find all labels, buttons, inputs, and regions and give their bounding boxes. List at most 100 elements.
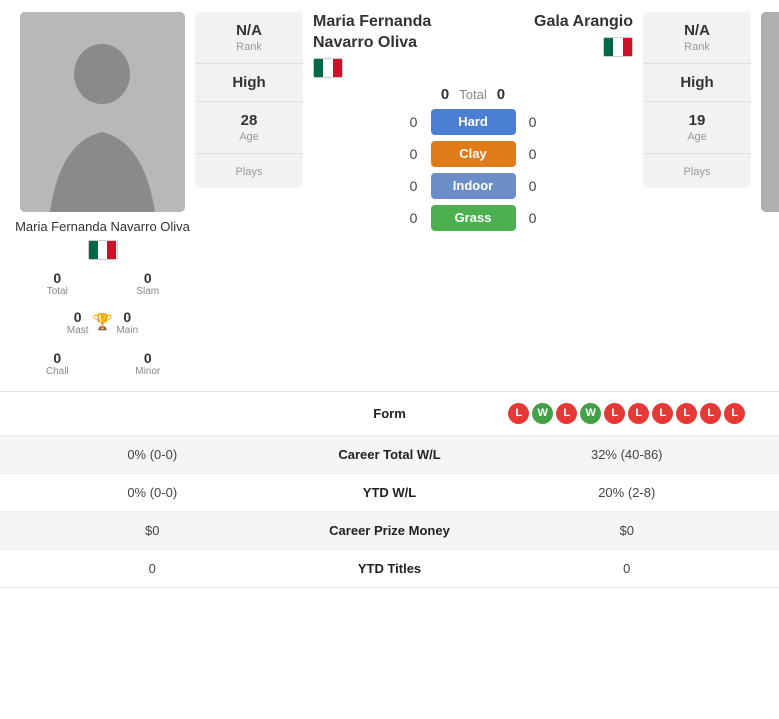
- right-age-label: Age: [651, 131, 743, 143]
- left-minor-stat: 0 Minor: [111, 346, 186, 381]
- center-names: Maria Fernanda Navarro Oliva Gala Arangi…: [309, 12, 637, 78]
- clay-right-score: 0: [524, 146, 542, 162]
- left-lower-stats: 0 Chall 0 Minor: [10, 346, 195, 381]
- crw: [613, 38, 622, 56]
- career-wl-row: 0% (0-0) Career Total W/L 32% (40-86): [0, 436, 779, 474]
- surface-row-hard: 0 Hard 0: [309, 109, 637, 135]
- center-right-name: Gala Arangio: [473, 12, 633, 57]
- form-label: Form: [285, 406, 495, 421]
- prize-label: Career Prize Money: [285, 523, 495, 538]
- center-right-mx-flag: [603, 37, 633, 57]
- right-player-area: Gala Arangio 0 Total 0 Slam: [751, 12, 779, 381]
- left-slam-stat: 0 Slam: [111, 266, 186, 301]
- form-pill-3: L: [556, 403, 577, 424]
- right-age-value: 19: [651, 112, 743, 129]
- surface-row-grass: 0 Grass 0: [309, 205, 637, 231]
- left-mid-inner: N/A Rank High 28 Age Plays: [195, 12, 303, 188]
- left-trophy-icon: 🏆: [93, 312, 113, 332]
- form-pill-9: L: [700, 403, 721, 424]
- left-player-photo: [20, 12, 185, 212]
- right-total-value: 0: [761, 270, 779, 286]
- left-main-value: 0: [116, 309, 138, 325]
- center-right-flag: [473, 37, 633, 57]
- titles-right: 0: [495, 561, 760, 576]
- left-total-label: Total: [20, 286, 95, 297]
- left-chall-value: 0: [20, 350, 95, 366]
- clay-badge: Clay: [431, 141, 516, 167]
- form-pill-6: L: [628, 403, 649, 424]
- right-high-value: High: [651, 74, 743, 91]
- main-container: Maria Fernanda Navarro Oliva 0 Total 0 S…: [0, 0, 779, 588]
- ytd-wl-row: 0% (0-0) YTD W/L 20% (2-8): [0, 474, 779, 512]
- right-chall-stat: 0 Chall: [761, 346, 779, 381]
- left-high-item: High: [195, 64, 303, 102]
- titles-label: YTD Titles: [285, 561, 495, 576]
- form-pill-8: L: [676, 403, 697, 424]
- center-left-name: Maria Fernanda Navarro Oliva: [313, 12, 473, 78]
- right-plays-item: Plays: [643, 154, 751, 188]
- left-mast-label: Mast: [67, 325, 89, 336]
- clr: [333, 59, 342, 77]
- left-plays-label: Plays: [203, 166, 295, 178]
- surface-table: 0 Hard 0 0 Clay 0 0 Indoor: [309, 109, 637, 237]
- indoor-label: Indoor: [453, 178, 493, 193]
- ytd-wl-left: 0% (0-0): [20, 485, 285, 500]
- left-minor-label: Minor: [111, 366, 186, 377]
- grass-left-score: 0: [405, 210, 423, 226]
- hard-left-score: 0: [405, 114, 423, 130]
- left-total-stat: 0 Total: [20, 266, 95, 301]
- left-rank-item: N/A Rank: [195, 12, 303, 64]
- right-total-label: Total: [761, 286, 779, 297]
- left-player-area: Maria Fernanda Navarro Oliva 0 Total 0 S…: [10, 12, 195, 381]
- form-pill-5: L: [604, 403, 625, 424]
- surface-row-clay: 0 Clay 0: [309, 141, 637, 167]
- total-line: 0 Total 0: [441, 86, 505, 103]
- hard-right-score: 0: [524, 114, 542, 130]
- left-rank-label: Rank: [203, 41, 295, 53]
- left-player-name: Maria Fernanda Navarro Oliva: [15, 218, 190, 236]
- form-right: L W L W L L L L L L: [495, 403, 760, 424]
- center-left-name-line1: Maria Fernanda: [313, 13, 431, 30]
- flag-red: [107, 241, 116, 259]
- right-player-photo: [761, 12, 779, 212]
- titles-left: 0: [20, 561, 285, 576]
- right-stats-grid: 0 Total 0 Slam: [751, 266, 779, 301]
- crg: [604, 38, 613, 56]
- left-age-label: Age: [203, 131, 295, 143]
- left-mid-card: N/A Rank High 28 Age Plays: [195, 12, 303, 188]
- flag-green: [89, 241, 98, 259]
- right-age-item: 19 Age: [643, 102, 751, 154]
- right-mid-card: N/A Rank High 19 Age Plays: [643, 12, 751, 188]
- left-main-label: Main: [116, 325, 138, 336]
- total-label: Total: [459, 87, 486, 102]
- grass-badge: Grass: [431, 205, 516, 231]
- right-rank-label: Rank: [651, 41, 743, 53]
- left-stats-grid: 0 Total 0 Slam: [10, 266, 195, 301]
- prize-row: $0 Career Prize Money $0: [0, 512, 779, 550]
- total-left-score: 0: [441, 86, 449, 103]
- ytd-wl-label: YTD W/L: [285, 485, 495, 500]
- clw: [323, 59, 332, 77]
- form-pill-4: W: [580, 403, 601, 424]
- left-flag-mx: [88, 240, 118, 260]
- grass-label: Grass: [455, 210, 492, 225]
- career-wl-right: 32% (40-86): [495, 447, 760, 462]
- right-lower-stats: 0 Chall 0 Minor: [751, 346, 779, 381]
- right-plays-label: Plays: [651, 166, 743, 178]
- left-total-value: 0: [20, 270, 95, 286]
- flag-white: [98, 241, 107, 259]
- total-right-score: 0: [497, 86, 505, 103]
- prize-left: $0: [20, 523, 285, 538]
- left-silhouette-svg: [20, 12, 185, 212]
- left-age-value: 28: [203, 112, 295, 129]
- form-pill-10: L: [724, 403, 745, 424]
- form-row: Form L W L W L L L L L L: [0, 392, 779, 436]
- hard-badge: Hard: [431, 109, 516, 135]
- career-wl-label: Career Total W/L: [285, 447, 495, 462]
- crr: [623, 38, 632, 56]
- form-pill-2: W: [532, 403, 553, 424]
- clg: [314, 59, 323, 77]
- left-mast-value: 0: [67, 309, 89, 325]
- career-wl-left: 0% (0-0): [20, 447, 285, 462]
- right-high-item: High: [643, 64, 751, 102]
